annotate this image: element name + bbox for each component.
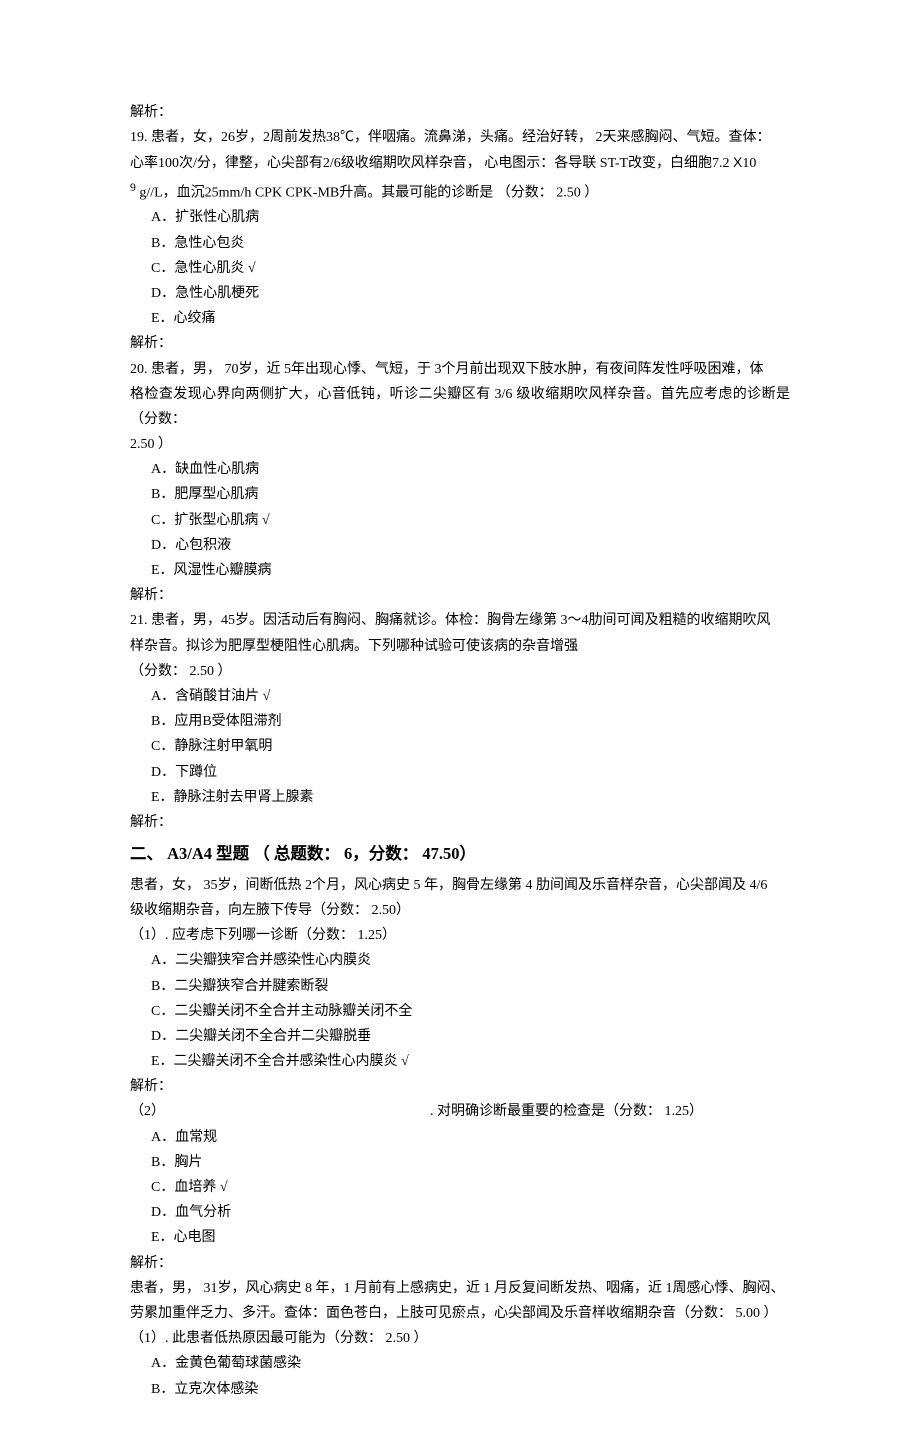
s1-sub1-opt-c: C．二尖瓣关闭不全合并主动脉瓣关闭不全: [130, 999, 790, 1024]
s1-stem1: 患者，女， 35岁，间断低热 2个月，风心病史 5 年，胸骨左缘第 4 肋间闻及…: [130, 873, 790, 898]
s2-stem2-score: 5.00: [736, 1306, 761, 1321]
q19-line2-c: 10: [742, 156, 756, 171]
q19-opt-c: C．急性心肌炎 √: [130, 256, 790, 281]
s1-sub1-prompt: （1）. 应考虑下列哪一诊断（分数： 1.25）: [130, 923, 790, 948]
q20-line3-suffix: ）: [158, 437, 172, 452]
q20-opt-c-text: C．扩张型心肌病: [151, 513, 258, 528]
q20-opt-c-tick: √: [262, 513, 270, 528]
q19-opt-d: D．急性心肌梗死: [130, 281, 790, 306]
q20-line1: 20. 患者，男， 70岁，近 5年出现心悸、气短，于 3个月前出现双下肢水肿，…: [130, 357, 790, 382]
q21-opt-a-text: A．含硝酸甘油片: [151, 689, 259, 704]
q21-line1: 21. 患者，男，45岁。因活动后有胸闷、胸痛就诊。体检：胸骨左缘第 3～4肋间…: [130, 608, 790, 633]
q21-opt-a: A．含硝酸甘油片 √: [130, 684, 790, 709]
q21-opt-a-tick: √: [263, 689, 271, 704]
q21-score-prefix: （分数：: [130, 664, 186, 679]
q21-opt-c: C．静脉注射甲氧明: [130, 734, 790, 759]
s1-sub2-prompt: （2）. 对明确诊断最重要的检查是（分数： 1.25）: [130, 1099, 790, 1124]
q20-line3-score: 2.50: [130, 437, 155, 452]
analysis-label: 解析：: [130, 100, 790, 125]
s2-stem2-suffix: ）: [764, 1306, 778, 1321]
s1-sub1-opt-b: B．二尖瓣狭窄合并腱索断裂: [130, 974, 790, 999]
q19-line2-a: 心率100次/分，律整，心尖部有2/6级收缩期吹风样杂音， 心电图示：各导联 S…: [130, 156, 730, 171]
s2-sub1-prompt: （1）. 此患者低热原因最可能为（分数： 2.50 ）: [130, 1326, 790, 1351]
s2-sub1-score-suffix: ）: [414, 1331, 428, 1346]
s1-sub2-score: 1.25）: [665, 1104, 704, 1119]
s2-sub1-prompt-text: （1）. 此患者低热原因最可能为（分数：: [130, 1331, 382, 1346]
q20-opt-c: C．扩张型心肌病 √: [130, 508, 790, 533]
q19-opt-c-text: C．急性心肌炎: [151, 261, 244, 276]
s1-sub2-opt-c-text: C．血培养: [151, 1180, 216, 1195]
s1-stem2-score: 2.50）: [372, 903, 411, 918]
q20-line3: 2.50 ）: [130, 432, 790, 457]
s1-stem2-text: 级收缩期杂音，向左腋下传导（分数：: [130, 903, 368, 918]
q19-opt-a: A．扩张性心肌病: [130, 205, 790, 230]
s2-stem2: 劳累加重伴乏力、多汗。查体：面色苍白，上肢可见瘀点，心尖部闻及乐音样收缩期杂音（…: [130, 1301, 790, 1326]
s1-sub1-score: 1.25）: [358, 928, 397, 943]
s1-sub1-opt-e: E．二尖瓣关闭不全合并感染性心内膜炎 √: [130, 1049, 790, 1074]
q20-opt-a: A．缺血性心肌病: [130, 457, 790, 482]
q20-opt-b: B．肥厚型心肌病: [130, 482, 790, 507]
s1-sub2-opt-c: C．血培养 √: [130, 1175, 790, 1200]
s1-stem2: 级收缩期杂音，向左腋下传导（分数： 2.50）: [130, 898, 790, 923]
s1-sub1-opt-e-text: E．二尖瓣关闭不全合并感染性心内膜炎: [151, 1054, 398, 1069]
q19-line1: 19. 患者，女，26岁，2周前发热38℃，伴咽痛。流鼻涕，头痛。经治好转， 2…: [130, 125, 790, 150]
s2-stem1: 患者，男， 31岁，风心病史 8 年，1 月前有上感病史，近 1 月反复间断发热…: [130, 1276, 790, 1301]
q19-opt-b: B．急性心包炎: [130, 231, 790, 256]
q19-opt-e: E．心绞痛: [130, 306, 790, 331]
q21-score-suffix: ）: [218, 664, 232, 679]
s2-sub1-score: 2.50: [386, 1331, 411, 1346]
q19-opt-c-tick: √: [248, 261, 256, 276]
q19-line3-a: g//L，血沉25mm/h CPK CPK-MB升高。其最可能的诊断是 （分数：: [136, 185, 553, 200]
s1-sub2-prompt-left: （2）: [130, 1099, 430, 1124]
s1-sub1-analysis: 解析：: [130, 1074, 790, 1099]
s1-sub1-opt-a: A．二尖瓣狭窄合并感染性心内膜炎: [130, 948, 790, 973]
q20-opt-e: E．风湿性心瓣膜病: [130, 558, 790, 583]
s1-sub2-analysis: 解析：: [130, 1251, 790, 1276]
q20-line2: 格检查发现心界向两侧扩大，心音低钝，听诊二尖瓣区有 3/6 级收缩期吹风样杂音。…: [130, 382, 790, 432]
q21-opt-d: D．下蹲位: [130, 760, 790, 785]
q19-analysis: 解析：: [130, 331, 790, 356]
q21-line2: 样杂音。拟诊为肥厚型梗阻性心肌病。下列哪种试验可使该病的杂音增强: [130, 634, 790, 659]
section2-header: 二、 A3/A4 型题 （ 总题数： 6，分数： 47.50）: [130, 839, 790, 869]
q19-line3-b: 2.50: [556, 185, 581, 200]
s2-sub1-opt-a: A．金黄色葡萄球菌感染: [130, 1351, 790, 1376]
s1-sub2-opt-c-tick: √: [220, 1180, 228, 1195]
s1-sub1-opt-e-tick: √: [401, 1054, 409, 1069]
s1-sub2-opt-a: A．血常规: [130, 1125, 790, 1150]
q21-analysis: 解析：: [130, 810, 790, 835]
s1-sub2-prompt-right: . 对明确诊断最重要的检查是（分数：: [430, 1104, 661, 1119]
q20-analysis: 解析：: [130, 583, 790, 608]
q21-score: （分数： 2.50 ）: [130, 659, 790, 684]
s2-sub1-opt-b: B．立克次体感染: [130, 1377, 790, 1402]
q21-opt-b: B．应用B受体阻滞剂: [130, 709, 790, 734]
q19-line3: 9 g//L，血沉25mm/h CPK CPK-MB升高。其最可能的诊断是 （分…: [130, 177, 790, 206]
q21-score-val: 2.50: [190, 664, 215, 679]
q21-opt-e: E．静脉注射去甲肾上腺素: [130, 785, 790, 810]
s2-stem2-text: 劳累加重伴乏力、多汗。查体：面色苍白，上肢可见瘀点，心尖部闻及乐音样收缩期杂音（…: [130, 1306, 732, 1321]
s1-sub2-opt-e: E．心电图: [130, 1225, 790, 1250]
s1-sub1-opt-d: D．二尖瓣关闭不全合并二尖瓣脱垂: [130, 1024, 790, 1049]
q19-line2-b: X: [733, 154, 742, 170]
s1-sub2-opt-b: B．胸片: [130, 1150, 790, 1175]
s1-sub1-prompt-text: （1）. 应考虑下列哪一诊断（分数：: [130, 928, 354, 943]
q19-line2: 心率100次/分，律整，心尖部有2/6级收缩期吹风样杂音， 心电图示：各导联 S…: [130, 150, 790, 176]
q19-line3-c: ）: [584, 185, 598, 200]
s1-sub2-opt-d: D．血气分析: [130, 1200, 790, 1225]
q20-opt-d: D．心包积液: [130, 533, 790, 558]
